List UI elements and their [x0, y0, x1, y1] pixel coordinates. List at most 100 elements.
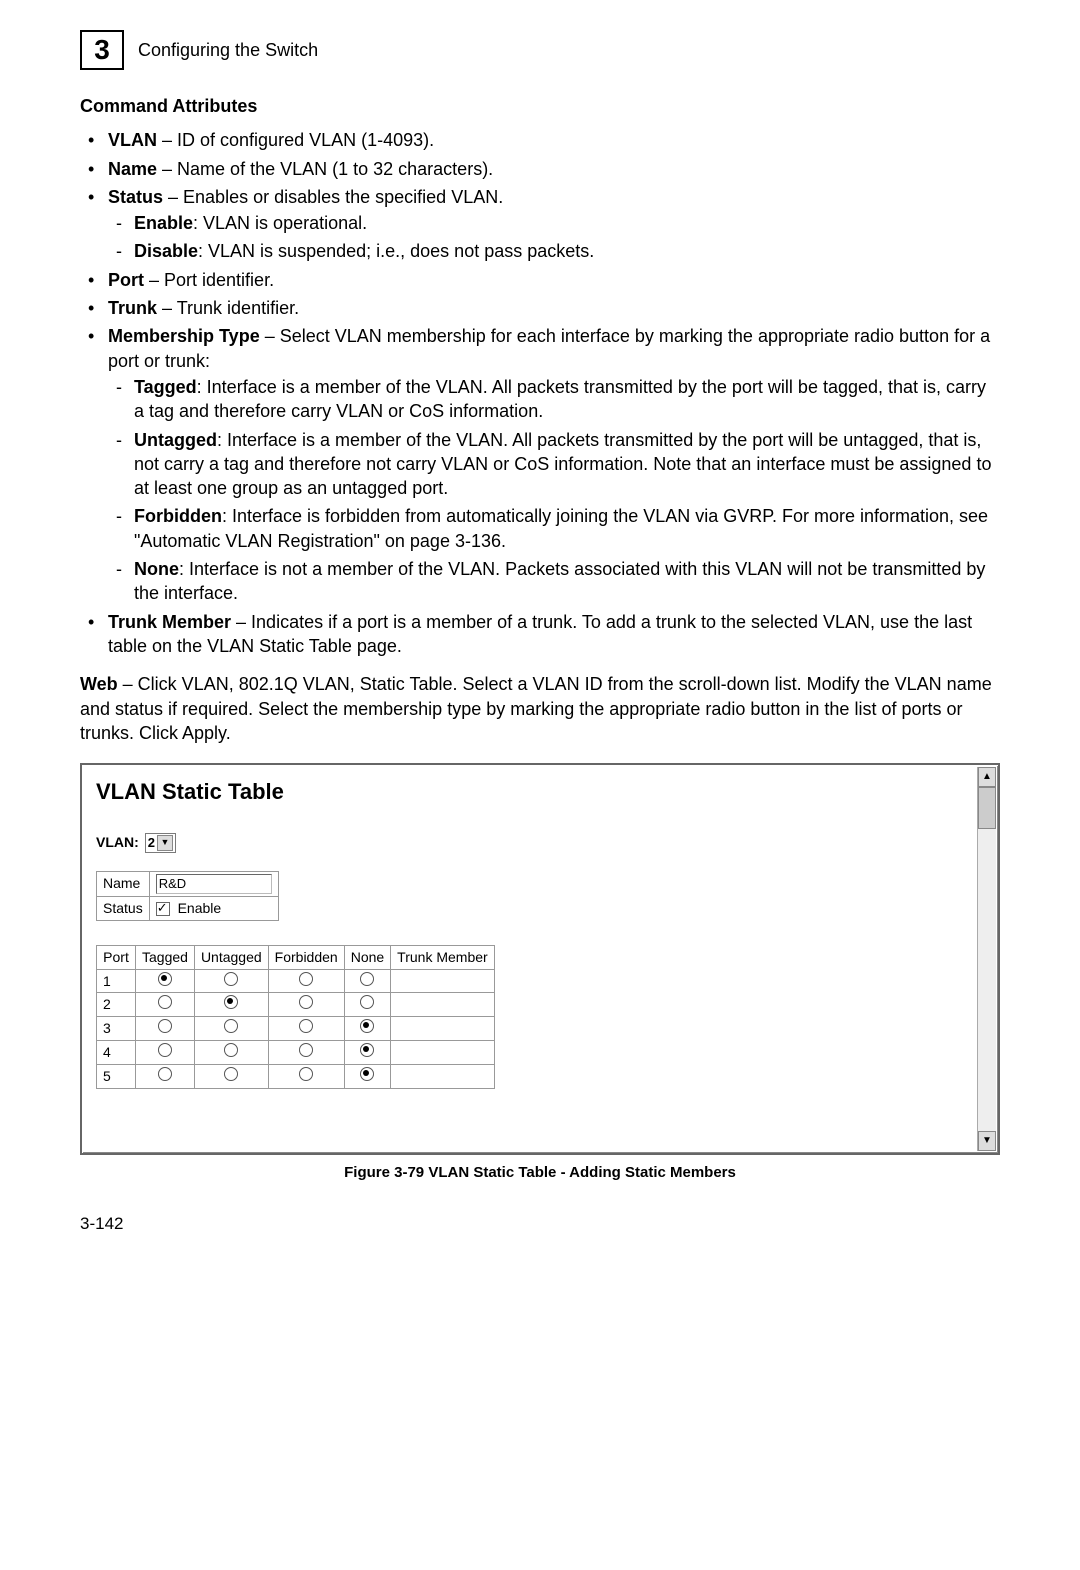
port-cell: 5 [97, 1065, 136, 1089]
radio-cell-none [344, 1041, 390, 1065]
radio-cell-forbidden [268, 1041, 344, 1065]
radio-cell-none [344, 1017, 390, 1041]
trunk-member-cell [391, 1017, 495, 1041]
radio-none[interactable] [360, 972, 374, 986]
trunk-member-cell [391, 993, 495, 1017]
scroll-down-button[interactable]: ▼ [978, 1131, 996, 1151]
scroll-thumb[interactable] [978, 787, 996, 829]
chevron-down-icon: ▼ [157, 835, 173, 851]
radio-forbidden[interactable] [299, 972, 313, 986]
table-row: 2 [97, 993, 495, 1017]
enable-checkbox[interactable] [156, 902, 170, 916]
radio-tagged[interactable] [158, 1043, 172, 1057]
radio-cell-tagged [136, 1065, 195, 1089]
attr-membership-forbidden: Forbidden: Interface is forbidden from a… [108, 504, 1000, 553]
table-row: 5 [97, 1065, 495, 1089]
radio-tagged[interactable] [158, 972, 172, 986]
trunk-member-cell [391, 1065, 495, 1089]
radio-cell-untagged [194, 969, 268, 993]
figure-caption: Figure 3-79 VLAN Static Table - Adding S… [80, 1163, 1000, 1183]
scrollbar[interactable]: ▲ ▼ [977, 767, 996, 1151]
radio-cell-none [344, 993, 390, 1017]
radio-forbidden[interactable] [299, 995, 313, 1009]
radio-cell-none [344, 1065, 390, 1089]
radio-untagged[interactable] [224, 972, 238, 986]
chapter-number-badge: 3 [80, 30, 124, 70]
chapter-title: Configuring the Switch [138, 38, 318, 62]
vlan-select[interactable]: 2 ▼ [145, 833, 176, 853]
radio-cell-tagged [136, 993, 195, 1017]
radio-tagged[interactable] [158, 1067, 172, 1081]
ports-table: Port Tagged Untagged Forbidden None Trun… [96, 945, 495, 1089]
col-none: None [344, 945, 390, 969]
col-forbidden: Forbidden [268, 945, 344, 969]
attribute-list: VLAN – ID of configured VLAN (1-4093). N… [80, 128, 1000, 658]
radio-none[interactable] [360, 995, 374, 1009]
radio-cell-untagged [194, 1065, 268, 1089]
attr-vlan: VLAN – ID of configured VLAN (1-4093). [80, 128, 1000, 152]
radio-cell-forbidden [268, 969, 344, 993]
table-row: 1 [97, 969, 495, 993]
attr-status-enable: Enable: VLAN is operational. [108, 211, 1000, 235]
ports-header-row: Port Tagged Untagged Forbidden None Trun… [97, 945, 495, 969]
scroll-up-button[interactable]: ▲ [978, 767, 996, 787]
attr-trunk: Trunk – Trunk identifier. [80, 296, 1000, 320]
section-title: Command Attributes [80, 94, 1000, 118]
attr-membership: Membership Type – Select VLAN membership… [80, 324, 1000, 605]
table-row: 4 [97, 1041, 495, 1065]
panel-title: VLAN Static Table [96, 777, 984, 807]
name-input[interactable] [156, 874, 272, 894]
radio-tagged[interactable] [158, 1019, 172, 1033]
page-number: 3-142 [80, 1213, 1000, 1236]
attr-membership-none: None: Interface is not a member of the V… [108, 557, 1000, 606]
radio-forbidden[interactable] [299, 1067, 313, 1081]
name-label: Name [97, 871, 150, 896]
radio-cell-untagged [194, 1041, 268, 1065]
status-label: Status [97, 896, 150, 920]
enable-checkbox-label: Enable [178, 900, 222, 916]
table-row: 3 [97, 1017, 495, 1041]
attr-trunk-member: Trunk Member – Indicates if a port is a … [80, 610, 1000, 659]
port-cell: 2 [97, 993, 136, 1017]
name-status-table: Name Status Enable [96, 871, 279, 921]
radio-cell-tagged [136, 969, 195, 993]
radio-cell-forbidden [268, 1065, 344, 1089]
radio-forbidden[interactable] [299, 1043, 313, 1057]
radio-tagged[interactable] [158, 995, 172, 1009]
radio-cell-forbidden [268, 993, 344, 1017]
radio-none[interactable] [360, 1043, 374, 1057]
radio-cell-untagged [194, 993, 268, 1017]
trunk-member-cell [391, 969, 495, 993]
port-cell: 4 [97, 1041, 136, 1065]
attr-port: Port – Port identifier. [80, 268, 1000, 292]
attr-name: Name – Name of the VLAN (1 to 32 charact… [80, 157, 1000, 181]
radio-cell-tagged [136, 1017, 195, 1041]
radio-cell-untagged [194, 1017, 268, 1041]
radio-untagged[interactable] [224, 1043, 238, 1057]
port-cell: 1 [97, 969, 136, 993]
attr-status-disable: Disable: VLAN is suspended; i.e., does n… [108, 239, 1000, 263]
trunk-member-cell [391, 1041, 495, 1065]
radio-cell-tagged [136, 1041, 195, 1065]
radio-none[interactable] [360, 1019, 374, 1033]
col-untagged: Untagged [194, 945, 268, 969]
col-port: Port [97, 945, 136, 969]
port-cell: 3 [97, 1017, 136, 1041]
vlan-label: VLAN: [96, 833, 139, 852]
radio-untagged[interactable] [224, 995, 238, 1009]
radio-untagged[interactable] [224, 1019, 238, 1033]
radio-cell-forbidden [268, 1017, 344, 1041]
attr-status: Status – Enables or disables the specifi… [80, 185, 1000, 264]
radio-untagged[interactable] [224, 1067, 238, 1081]
vlan-select-value: 2 [148, 834, 155, 852]
attr-membership-tagged: Tagged: Interface is a member of the VLA… [108, 375, 1000, 424]
col-trunk-member: Trunk Member [391, 945, 495, 969]
chapter-header: 3 Configuring the Switch [80, 30, 1000, 70]
col-tagged: Tagged [136, 945, 195, 969]
scroll-track[interactable] [978, 829, 996, 1131]
radio-none[interactable] [360, 1067, 374, 1081]
web-instructions: Web – Click VLAN, 802.1Q VLAN, Static Ta… [80, 672, 1000, 745]
radio-cell-none [344, 969, 390, 993]
vlan-static-table-panel: ▲ ▼ VLAN Static Table VLAN: 2 ▼ Name Sta… [80, 763, 1000, 1155]
radio-forbidden[interactable] [299, 1019, 313, 1033]
